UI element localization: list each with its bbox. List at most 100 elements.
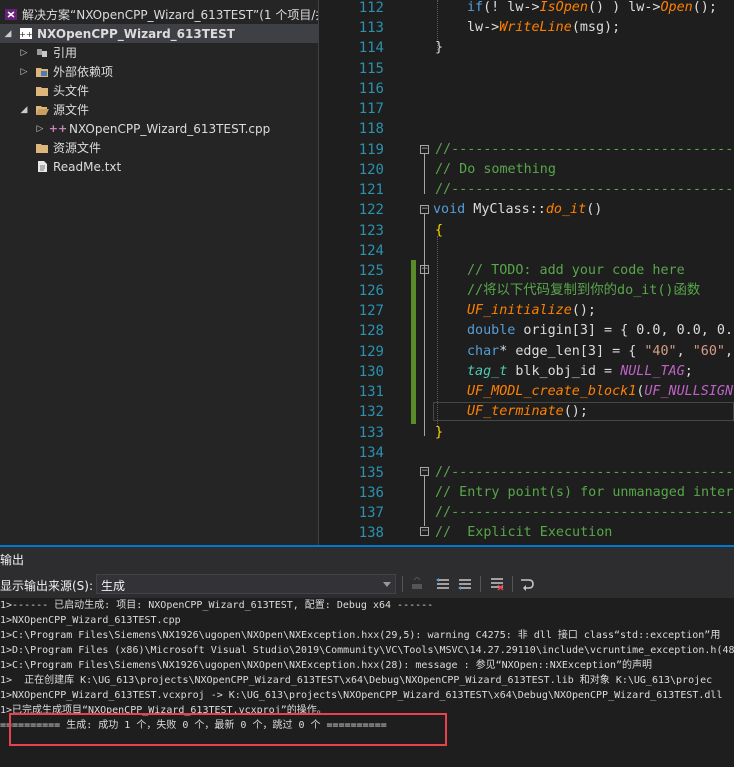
- tree-item-resource-files[interactable]: 资源文件: [0, 138, 318, 157]
- tree-label: NXOpenCPP_Wizard_613TEST: [37, 26, 235, 41]
- text-file-icon: [35, 160, 49, 173]
- output-line: 1>------ 已启动生成: 项目: NXOpenCPP_Wizard_613…: [0, 600, 434, 611]
- tree-item-references[interactable]: ▷ 引用: [0, 43, 318, 62]
- code-line: void MyClass::do_it(): [433, 202, 603, 217]
- line-number: 116: [358, 81, 384, 97]
- line-number: 120: [358, 162, 384, 178]
- toggle-word-wrap-button[interactable]: [518, 575, 536, 593]
- project-icon: ++: [19, 27, 33, 40]
- line-number: 131: [358, 384, 384, 400]
- line-number: 118: [358, 121, 384, 137]
- line-number: 114: [358, 40, 384, 56]
- code-editor[interactable]: − − − − − 112 113 114 115 116 117 118 11…: [344, 0, 734, 545]
- output-panel-title-bar: 输出: [0, 545, 734, 571]
- code-line: // TODO: add your code here: [467, 263, 685, 278]
- collapse-icon[interactable]: −: [420, 145, 429, 154]
- code-line: {: [435, 223, 444, 238]
- line-number: 121: [358, 182, 384, 198]
- code-line: if(! lw->IsOpen() ) lw->Open();: [467, 0, 717, 15]
- solution-icon: [4, 8, 18, 21]
- line-number: 134: [358, 445, 384, 461]
- line-number: 115: [358, 61, 384, 77]
- collapsed-arrow-icon[interactable]: ▷: [19, 67, 29, 77]
- tree-item-solution[interactable]: 解决方案“NXOpenCPP_Wizard_613TEST”(1 个项目/共: [0, 5, 318, 24]
- line-number: 133: [358, 425, 384, 441]
- expanded-arrow-icon[interactable]: ◢: [3, 29, 13, 39]
- code-line: //--------------------------------------…: [435, 142, 734, 157]
- tree-item-external-deps[interactable]: ▷ 外部依赖项: [0, 62, 318, 81]
- line-number: 113: [358, 20, 384, 36]
- go-to-next-message-button[interactable]: [456, 575, 474, 593]
- code-line: UF_initialize();: [467, 303, 596, 318]
- line-number: 127: [358, 303, 384, 319]
- svg-text:++: ++: [19, 30, 32, 39]
- external-deps-icon: [35, 65, 49, 78]
- clear-all-button[interactable]: [488, 575, 506, 593]
- output-source-dropdown[interactable]: 生成: [96, 574, 396, 594]
- output-toolbar: 显示输出来源(S): 生成: [0, 571, 734, 598]
- tree-item-header-files[interactable]: 头文件: [0, 81, 318, 100]
- collapse-icon[interactable]: −: [420, 467, 429, 476]
- line-number: 135: [358, 465, 384, 481]
- line-number: 128: [358, 323, 384, 339]
- tree-item-readme[interactable]: ReadMe.txt: [0, 157, 318, 176]
- folder-open-icon: [35, 103, 49, 116]
- line-number: 136: [358, 485, 384, 501]
- tree-item-project[interactable]: ◢ ++ NXOpenCPP_Wizard_613TEST: [0, 24, 318, 43]
- output-panel-title: 输出: [0, 553, 25, 567]
- line-number: 129: [358, 344, 384, 360]
- code-line: // Explicit Execution: [435, 525, 613, 540]
- collapse-icon[interactable]: −: [420, 205, 429, 214]
- output-line: 1>NXOpenCPP_Wizard_613TEST.vcxproj -> K:…: [0, 690, 723, 701]
- code-line: //--------------------------------------…: [435, 505, 734, 520]
- code-line: // Entry point(s) for unmanaged inter: [435, 485, 734, 500]
- tree-label: 源文件: [53, 103, 90, 117]
- output-line: 1>NXOpenCPP_Wizard_613TEST.cpp: [0, 615, 181, 626]
- line-number: 124: [358, 243, 384, 259]
- go-to-previous-message-button[interactable]: [434, 575, 452, 593]
- code-line: // Do something: [435, 162, 556, 177]
- tree-label: NXOpenCPP_Wizard_613TEST.cpp: [69, 121, 271, 136]
- line-number: 123: [358, 223, 384, 239]
- find-message-button[interactable]: [408, 575, 426, 593]
- code-line: UF_MODL_create_block1(UF_NULLSIGN: [467, 384, 734, 399]
- tree-label: 头文件: [53, 84, 90, 98]
- highlight-box: [9, 713, 447, 746]
- collapsed-arrow-icon[interactable]: ▷: [19, 48, 29, 58]
- line-number: 119: [358, 142, 384, 158]
- output-source-value: 生成: [101, 579, 126, 593]
- line-number: 122: [358, 202, 384, 218]
- line-number: 130: [358, 364, 384, 380]
- output-source-label: 显示输出来源(S):: [0, 579, 94, 593]
- line-number: 137: [358, 505, 384, 521]
- code-line: //--------------------------------------…: [435, 465, 734, 480]
- line-number: 126: [358, 283, 384, 299]
- line-number: 132: [358, 404, 384, 420]
- cpp-file-icon: ++: [48, 122, 68, 135]
- code-line: //--------------------------------------…: [435, 182, 734, 197]
- code-line: UF_terminate();: [467, 404, 588, 419]
- tree-item-cpp-file[interactable]: ▷ ++ NXOpenCPP_Wizard_613TEST.cpp: [0, 119, 318, 138]
- tree-item-source-files[interactable]: ◢ 源文件: [0, 100, 318, 119]
- expanded-arrow-icon[interactable]: ◢: [19, 105, 29, 115]
- splitter[interactable]: [318, 0, 344, 545]
- line-number: 125: [358, 263, 384, 279]
- code-line: //将以下代码复制到你的do_it()函数: [467, 283, 701, 298]
- output-line: 1>C:\Program Files\Siemens\NX1926\ugopen…: [0, 660, 653, 671]
- references-icon: [35, 46, 49, 59]
- folder-icon: [35, 84, 49, 97]
- line-number: 138: [358, 525, 384, 541]
- code-line: char* edge_len[3] = { "40", "60",: [467, 344, 734, 359]
- tree-label: 解决方案“NXOpenCPP_Wizard_613TEST”(1 个项目/共: [22, 8, 318, 22]
- tree-label: 引用: [53, 46, 78, 60]
- tree-label: ReadMe.txt: [53, 159, 122, 174]
- collapse-icon[interactable]: −: [420, 527, 429, 536]
- output-line: 1>C:\Program Files\Siemens\NX1926\ugopen…: [0, 630, 721, 641]
- collapsed-arrow-icon[interactable]: ▷: [35, 124, 45, 134]
- code-line: tag_t blk_obj_id = NULL_TAG;: [467, 364, 693, 379]
- tree-label: 外部依赖项: [53, 65, 114, 79]
- change-indicator: [411, 260, 416, 424]
- chevron-down-icon: [383, 582, 391, 587]
- output-line: 1> 正在创建库 K:\UG_613\projects\NXOpenCPP_Wi…: [0, 675, 713, 686]
- tree-label: 资源文件: [53, 141, 102, 155]
